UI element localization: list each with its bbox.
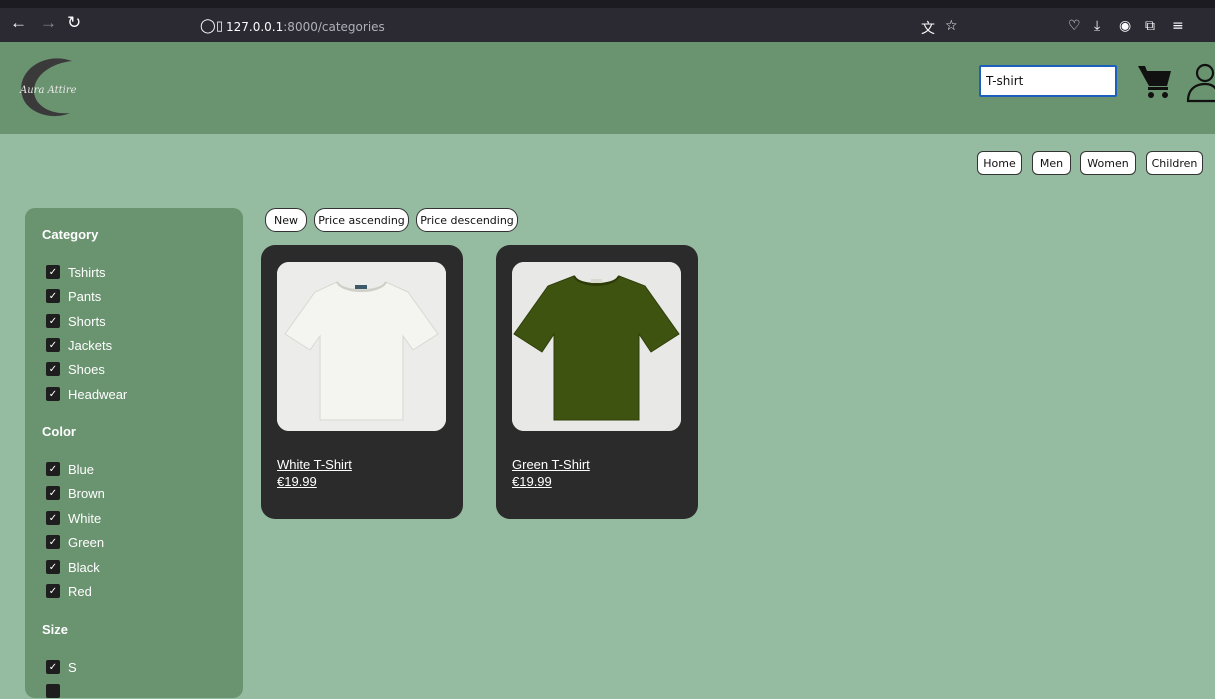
filter-color-blue[interactable]: ✓ Blue [46, 461, 94, 477]
product-image[interactable] [277, 262, 446, 431]
checkbox[interactable] [46, 684, 60, 698]
checkbox[interactable]: ✓ [46, 660, 60, 674]
filter-category-headwear[interactable]: ✓ Headwear [46, 386, 127, 402]
filter-label: White [68, 510, 102, 526]
color-filter-title: Color [42, 424, 76, 439]
filter-label: Brown [68, 485, 105, 501]
nav-men[interactable]: Men [1032, 151, 1071, 175]
tshirt-image [277, 262, 446, 431]
url-host: 127.0.0.1 [226, 20, 284, 34]
filter-label: Red [68, 583, 92, 599]
nav-home[interactable]: Home [977, 151, 1022, 175]
forward-icon[interactable]: → [40, 14, 57, 31]
back-icon[interactable]: ← [10, 14, 27, 31]
translate-icon[interactable]: 文 [921, 18, 935, 38]
product-card[interactable]: Green T-Shirt €19.99 [496, 245, 698, 519]
checkbox[interactable]: ✓ [46, 486, 60, 500]
user-icon[interactable] [1185, 62, 1215, 104]
checkbox[interactable]: ✓ [46, 462, 60, 476]
tshirt-image [512, 262, 681, 431]
category-filter-title: Category [42, 227, 99, 242]
shield-icon: ◯ [200, 17, 216, 33]
checkbox[interactable]: ✓ [46, 511, 60, 525]
checkbox[interactable]: ✓ [46, 314, 60, 328]
filter-category-pants[interactable]: ✓ Pants [46, 288, 101, 304]
filter-label: S [68, 659, 77, 675]
sort-new-button[interactable]: New [265, 208, 307, 232]
logo[interactable]: Aura Attire [14, 53, 86, 123]
filter-label: Jackets [68, 337, 113, 353]
checkbox[interactable]: ✓ [46, 338, 60, 352]
pocket-icon[interactable]: ♡ [1068, 18, 1081, 34]
filter-label: Black [68, 559, 100, 575]
checkbox[interactable]: ✓ [46, 560, 60, 574]
url-path: :8000/categories [283, 20, 385, 34]
browser-toolbar: ← → ↻ ◯ ▯ 127.0.0.1:8000/categories 文 ☆ … [0, 0, 1215, 42]
page-icon: ▯ [216, 18, 224, 33]
product-name-link[interactable]: Green T-Shirt [512, 457, 590, 472]
filter-color-white[interactable]: ✓ White [46, 510, 101, 526]
product-price[interactable]: €19.99 [277, 474, 317, 489]
url-text: 127.0.0.1:8000/categories [226, 20, 385, 34]
filter-label: Green [68, 534, 105, 550]
filter-label: Blue [68, 461, 95, 477]
checkbox[interactable]: ✓ [46, 362, 60, 376]
filter-category-tshirts[interactable]: ✓ Tshirts [46, 264, 106, 280]
product-name-link[interactable]: White T-Shirt [277, 457, 352, 472]
checkbox[interactable]: ✓ [46, 584, 60, 598]
checkbox[interactable]: ✓ [46, 535, 60, 549]
sort-price-ascending-button[interactable]: Price ascending [314, 208, 409, 232]
bookmark-star-icon[interactable]: ☆ [945, 18, 958, 34]
filter-category-shorts[interactable]: ✓ Shorts [46, 313, 106, 329]
filter-label: Shoes [68, 361, 105, 377]
reload-icon[interactable]: ↻ [67, 14, 81, 31]
filter-label: Headwear [68, 386, 128, 402]
filter-label: Tshirts [68, 264, 106, 280]
filter-sidebar: Category ✓ Tshirts ✓ Pants ✓ Shorts ✓ Jacket… [25, 208, 243, 698]
filter-size-next[interactable] [46, 683, 68, 699]
sort-price-descending-button[interactable]: Price descending [416, 208, 518, 232]
nav-children[interactable]: Children [1146, 151, 1203, 175]
filter-color-brown[interactable]: ✓ Brown [46, 485, 105, 501]
checkbox[interactable]: ✓ [46, 289, 60, 303]
filter-label: Pants [68, 288, 102, 304]
filter-size-s[interactable]: ✓ S [46, 659, 77, 675]
cart-icon[interactable] [1137, 63, 1173, 101]
nav-women[interactable]: Women [1080, 151, 1136, 175]
site-header: Aura Attire [0, 42, 1215, 134]
filter-label: Shorts [68, 313, 106, 329]
product-price[interactable]: €19.99 [512, 474, 552, 489]
filter-category-shoes[interactable]: ✓ Shoes [46, 361, 105, 377]
product-image[interactable] [512, 262, 681, 431]
search-input[interactable] [979, 65, 1117, 97]
extensions-icon[interactable]: ⧉ [1145, 18, 1155, 34]
logo-text: Aura Attire [20, 85, 77, 96]
account-icon[interactable]: ◉ [1119, 18, 1131, 34]
filter-color-green[interactable]: ✓ Green [46, 534, 104, 550]
filter-color-black[interactable]: ✓ Black [46, 559, 100, 575]
filter-category-jackets[interactable]: ✓ Jackets [46, 337, 112, 353]
menu-icon[interactable]: ≡ [1172, 18, 1184, 34]
url-bar[interactable]: ◯ ▯ 127.0.0.1:8000/categories [196, 17, 956, 37]
download-icon[interactable]: ⤓ [1094, 18, 1100, 34]
size-filter-title: Size [42, 622, 69, 637]
checkbox[interactable]: ✓ [46, 387, 60, 401]
browser-tab-strip [0, 0, 1215, 8]
filter-color-red[interactable]: ✓ Red [46, 583, 92, 599]
checkbox[interactable]: ✓ [46, 265, 60, 279]
product-card[interactable]: White T-Shirt €19.99 [261, 245, 463, 519]
